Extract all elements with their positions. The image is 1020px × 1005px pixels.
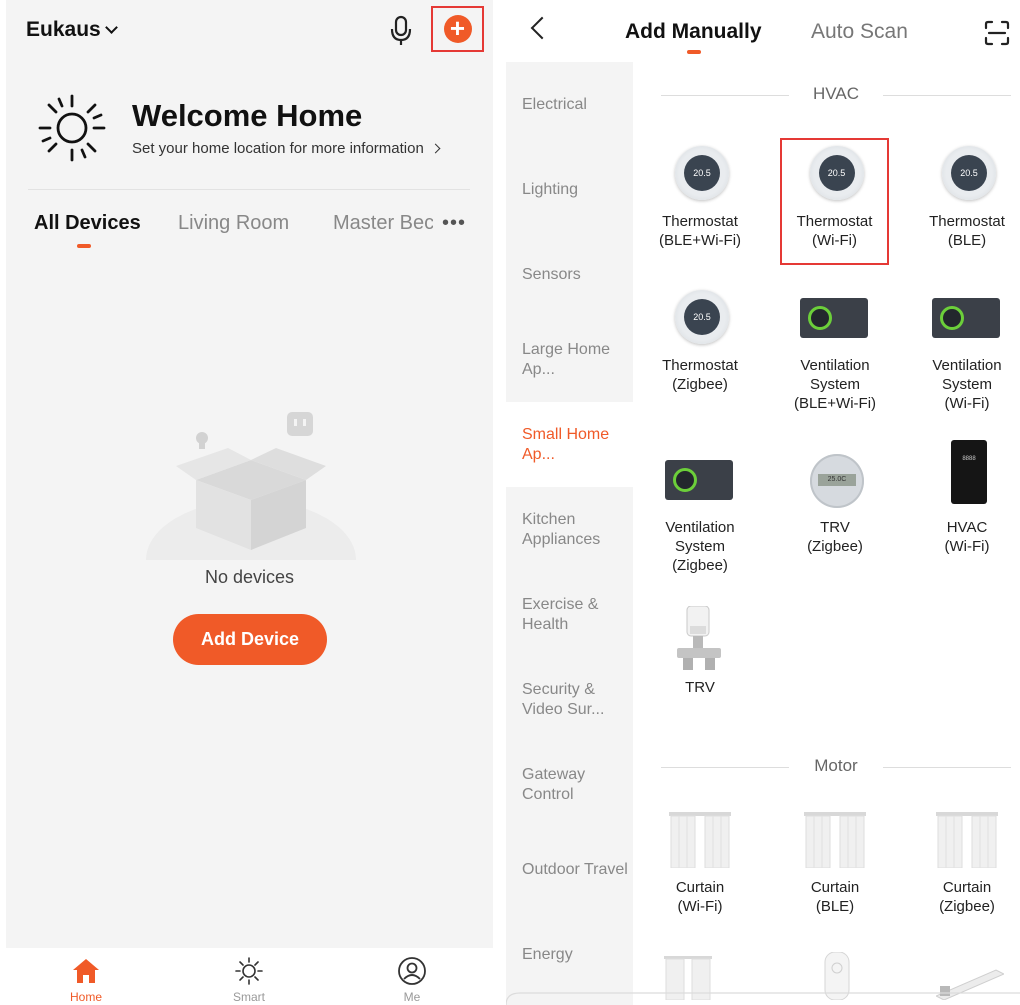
location-prompt[interactable]: Set your home location for more informat… <box>132 140 441 157</box>
thermostat-icon: 20.5 <box>675 290 729 344</box>
profile-icon <box>398 957 426 985</box>
device-thermostat-zigbee[interactable]: 20.5 Thermostat (Zigbee) <box>636 286 764 394</box>
nav-me-label: Me <box>403 990 421 1004</box>
home-screen: Eukaus + Welcome Home Set your home loca… <box>6 0 493 1005</box>
thermostat-icon: 20.5 <box>942 146 996 200</box>
section-header-motor: Motor <box>661 755 1011 779</box>
section-title: Motor <box>814 756 858 775</box>
tab-auto-scan[interactable]: Auto Scan <box>811 20 908 44</box>
more-rooms-icon[interactable]: ••• <box>442 212 466 235</box>
tab-add-manually[interactable]: Add Manually <box>625 20 762 44</box>
back-icon[interactable] <box>530 16 554 40</box>
category-electrical[interactable]: Electrical <box>506 62 633 147</box>
nav-smart-label: Smart <box>232 990 265 1004</box>
add-device-button[interactable]: Add Device <box>173 614 327 665</box>
bottom-sheet-edge <box>506 992 1020 1005</box>
nav-smart[interactable]: Smart <box>209 956 289 1004</box>
welcome-title: Welcome Home <box>132 98 363 133</box>
hvac-controller-icon: 8888 <box>951 440 987 504</box>
home-top-bar: Eukaus + <box>6 0 493 62</box>
divider <box>883 95 1011 96</box>
smart-sun-icon <box>235 957 263 985</box>
device-grid: HVAC 20.5 Thermostat (BLE+Wi-Fi) 20.5 The… <box>633 62 1020 1005</box>
divider <box>883 767 1011 768</box>
microphone-icon[interactable] <box>386 14 416 48</box>
add-device-top-bar: Add Manually Auto Scan <box>506 0 1020 62</box>
empty-state-text: No devices <box>204 567 295 587</box>
trv-zigbee-icon: 25.0C <box>810 454 864 508</box>
chevron-right-icon <box>430 143 441 154</box>
category-large-home-appliances[interactable]: Large Home Ap... <box>506 317 633 402</box>
add-device-screen: Add Manually Auto Scan Electrical Lighti… <box>506 0 1020 1005</box>
category-outdoor-travel[interactable]: Outdoor Travel <box>506 827 633 912</box>
category-gateway-control[interactable]: Gateway Control <box>506 742 633 827</box>
active-tab-indicator <box>77 244 91 248</box>
tab-living-room[interactable]: Living Room <box>178 212 289 235</box>
device-ventilation-ble-wifi[interactable]: Ventilation System (BLE+Wi-Fi) <box>771 286 899 413</box>
curtain-icon <box>804 812 866 868</box>
device-trv[interactable]: TRV <box>636 606 764 697</box>
nav-home-label: Home <box>69 990 102 1004</box>
home-icon <box>73 959 99 983</box>
home-name: Eukaus <box>26 18 101 41</box>
device-thermostat-wifi[interactable]: 20.5 Thermostat (Wi-Fi) <box>780 138 889 265</box>
device-ventilation-wifi[interactable]: Ventilation System (Wi-Fi) <box>911 286 1020 413</box>
nav-me[interactable]: Me <box>372 956 452 1004</box>
thermostat-icon: 20.5 <box>809 146 864 200</box>
add-button[interactable]: + <box>431 6 484 52</box>
bottom-navigation: Home Smart Me <box>6 948 493 1005</box>
category-exercise-health[interactable]: Exercise & Health <box>506 572 633 657</box>
section-title: HVAC <box>813 84 859 103</box>
nav-home[interactable]: Home <box>46 956 126 1004</box>
location-prompt-text: Set your home location for more informat… <box>132 140 424 157</box>
divider <box>28 189 470 190</box>
category-lighting[interactable]: Lighting <box>506 147 633 232</box>
category-list: Electrical Lighting Sensors Large Home A… <box>506 62 633 1005</box>
tab-all-devices[interactable]: All Devices <box>34 212 141 235</box>
category-kitchen-appliances[interactable]: Kitchen Appliances <box>506 487 633 572</box>
room-tabs: All Devices Living Room Master Bec ••• <box>6 210 493 250</box>
category-small-home-appliances[interactable]: Small Home Ap... <box>506 402 633 487</box>
device-thermostat-ble[interactable]: 20.5 Thermostat (BLE) <box>911 142 1020 250</box>
trv-valve-icon <box>677 606 721 670</box>
device-thermostat-ble-wifi[interactable]: 20.5 Thermostat (BLE+Wi-Fi) <box>636 142 764 250</box>
section-header-hvac: HVAC <box>661 83 1011 107</box>
ventilation-icon <box>932 298 1000 338</box>
category-sensors[interactable]: Sensors <box>506 232 633 317</box>
device-curtain-wifi[interactable]: Curtain (Wi-Fi) <box>636 808 764 916</box>
device-curtain-zigbee[interactable]: Curtain (Zigbee) <box>911 808 1020 916</box>
ventilation-icon <box>800 298 868 338</box>
welcome-banner[interactable]: Welcome Home Set your home location for … <box>36 92 476 167</box>
curtain-icon <box>669 812 731 868</box>
plus-icon: + <box>443 15 472 43</box>
device-curtain-ble[interactable]: Curtain (BLE) <box>771 808 899 916</box>
thermostat-icon: 20.5 <box>675 146 729 200</box>
home-selector[interactable]: Eukaus <box>26 18 118 42</box>
category-security-video[interactable]: Security & Video Sur... <box>506 657 633 742</box>
category-energy[interactable]: Energy <box>506 912 633 997</box>
sun-icon <box>38 94 106 162</box>
tab-master-bedroom[interactable]: Master Bec <box>333 212 433 235</box>
curtain-icon <box>936 812 998 868</box>
device-ventilation-zigbee[interactable]: Ventilation System (Zigbee) <box>636 448 764 575</box>
ventilation-icon <box>665 460 733 500</box>
device-hvac-wifi[interactable]: 8888 HVAC (Wi-Fi) <box>911 440 1020 556</box>
active-tab-indicator <box>687 50 701 54</box>
scan-icon[interactable] <box>984 20 1010 46</box>
chevron-down-icon <box>104 20 118 34</box>
device-trv-zigbee[interactable]: 25.0C TRV (Zigbee) <box>771 448 899 556</box>
empty-box-illustration <box>146 412 356 560</box>
